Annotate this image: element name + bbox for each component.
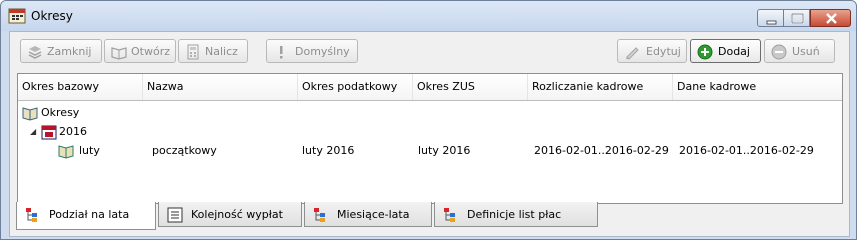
column-header-zus-period[interactable]: Okres ZUS — [413, 74, 528, 100]
open-book-icon — [111, 44, 127, 60]
cell-tax-period: luty 2016 — [302, 144, 355, 157]
close-window-button[interactable] — [810, 9, 851, 27]
column-header-hr-settlement[interactable]: Rozliczanie kadrowe — [528, 74, 673, 100]
default-button[interactable]: Domyślny — [266, 39, 358, 63]
close-icon — [826, 13, 837, 24]
cell-name: początkowy — [152, 144, 217, 157]
add-icon — [697, 44, 713, 60]
expand-toggle-icon[interactable]: ◢ — [30, 123, 36, 141]
exclamation-icon — [273, 44, 289, 60]
calculate-button[interactable]: Nalicz — [178, 39, 248, 63]
list-icon — [167, 207, 183, 223]
maximize-icon — [791, 13, 804, 24]
column-header-tax-period[interactable]: Okres podatkowy — [298, 74, 413, 100]
edit-button[interactable]: Edytuj — [617, 39, 687, 63]
cell-hr-data: 2016-02-01..2016-02-29 — [679, 144, 814, 157]
column-header-hr-data[interactable]: Dane kadrowe — [673, 74, 842, 100]
table-row[interactable]: luty początkowy luty 2016 luty 2016 2016… — [40, 142, 840, 160]
add-button[interactable]: Dodaj — [690, 39, 761, 63]
column-header-base-period[interactable]: Okres bazowy — [18, 74, 143, 100]
tab-payroll-definitions[interactable]: Definicje list płac — [434, 202, 598, 227]
remove-icon — [771, 44, 787, 60]
tree-node-year[interactable]: ◢ 2016 — [30, 123, 330, 141]
book-calendar-icon — [8, 8, 26, 24]
cell-hr-settlement: 2016-02-01..2016-02-29 — [534, 144, 669, 157]
window-title: Okresy — [31, 9, 73, 23]
column-header-name[interactable]: Nazwa — [143, 74, 298, 100]
title-bar[interactable]: Okresy — [1, 1, 856, 31]
cell-zus-period: luty 2016 — [418, 144, 471, 157]
minimize-icon — [766, 20, 777, 25]
tree-icon — [443, 207, 459, 223]
close-period-button[interactable]: Zamknij — [20, 39, 102, 63]
periods-grid[interactable]: Okres bazowy Nazwa Okres podatkowy Okres… — [17, 73, 843, 204]
tree-node-root[interactable]: Okresy — [22, 104, 322, 122]
delete-button[interactable]: Usuń — [764, 39, 835, 63]
open-period-button[interactable]: Otwórz — [104, 39, 176, 63]
cell-period: luty — [79, 144, 100, 157]
tab-months-years[interactable]: Miesiące-lata — [304, 202, 432, 227]
tree-icon — [25, 207, 41, 223]
tree-icon — [313, 207, 329, 223]
grid-header: Okres bazowy Nazwa Okres podatkowy Okres… — [18, 74, 842, 100]
header-divider — [18, 100, 842, 101]
calculator-icon — [185, 44, 201, 60]
tab-year-split[interactable]: Podział na lata — [16, 202, 156, 230]
tab-strip: Podział na lata Kolejność wypłat Miesiąc… — [16, 202, 842, 232]
book-icon — [58, 143, 74, 165]
book-close-icon — [27, 44, 43, 60]
minimize-button[interactable] — [757, 9, 784, 27]
tab-payment-order[interactable]: Kolejność wypłat — [158, 202, 302, 227]
maximize-button[interactable] — [783, 9, 810, 27]
pencil-icon — [624, 44, 640, 60]
